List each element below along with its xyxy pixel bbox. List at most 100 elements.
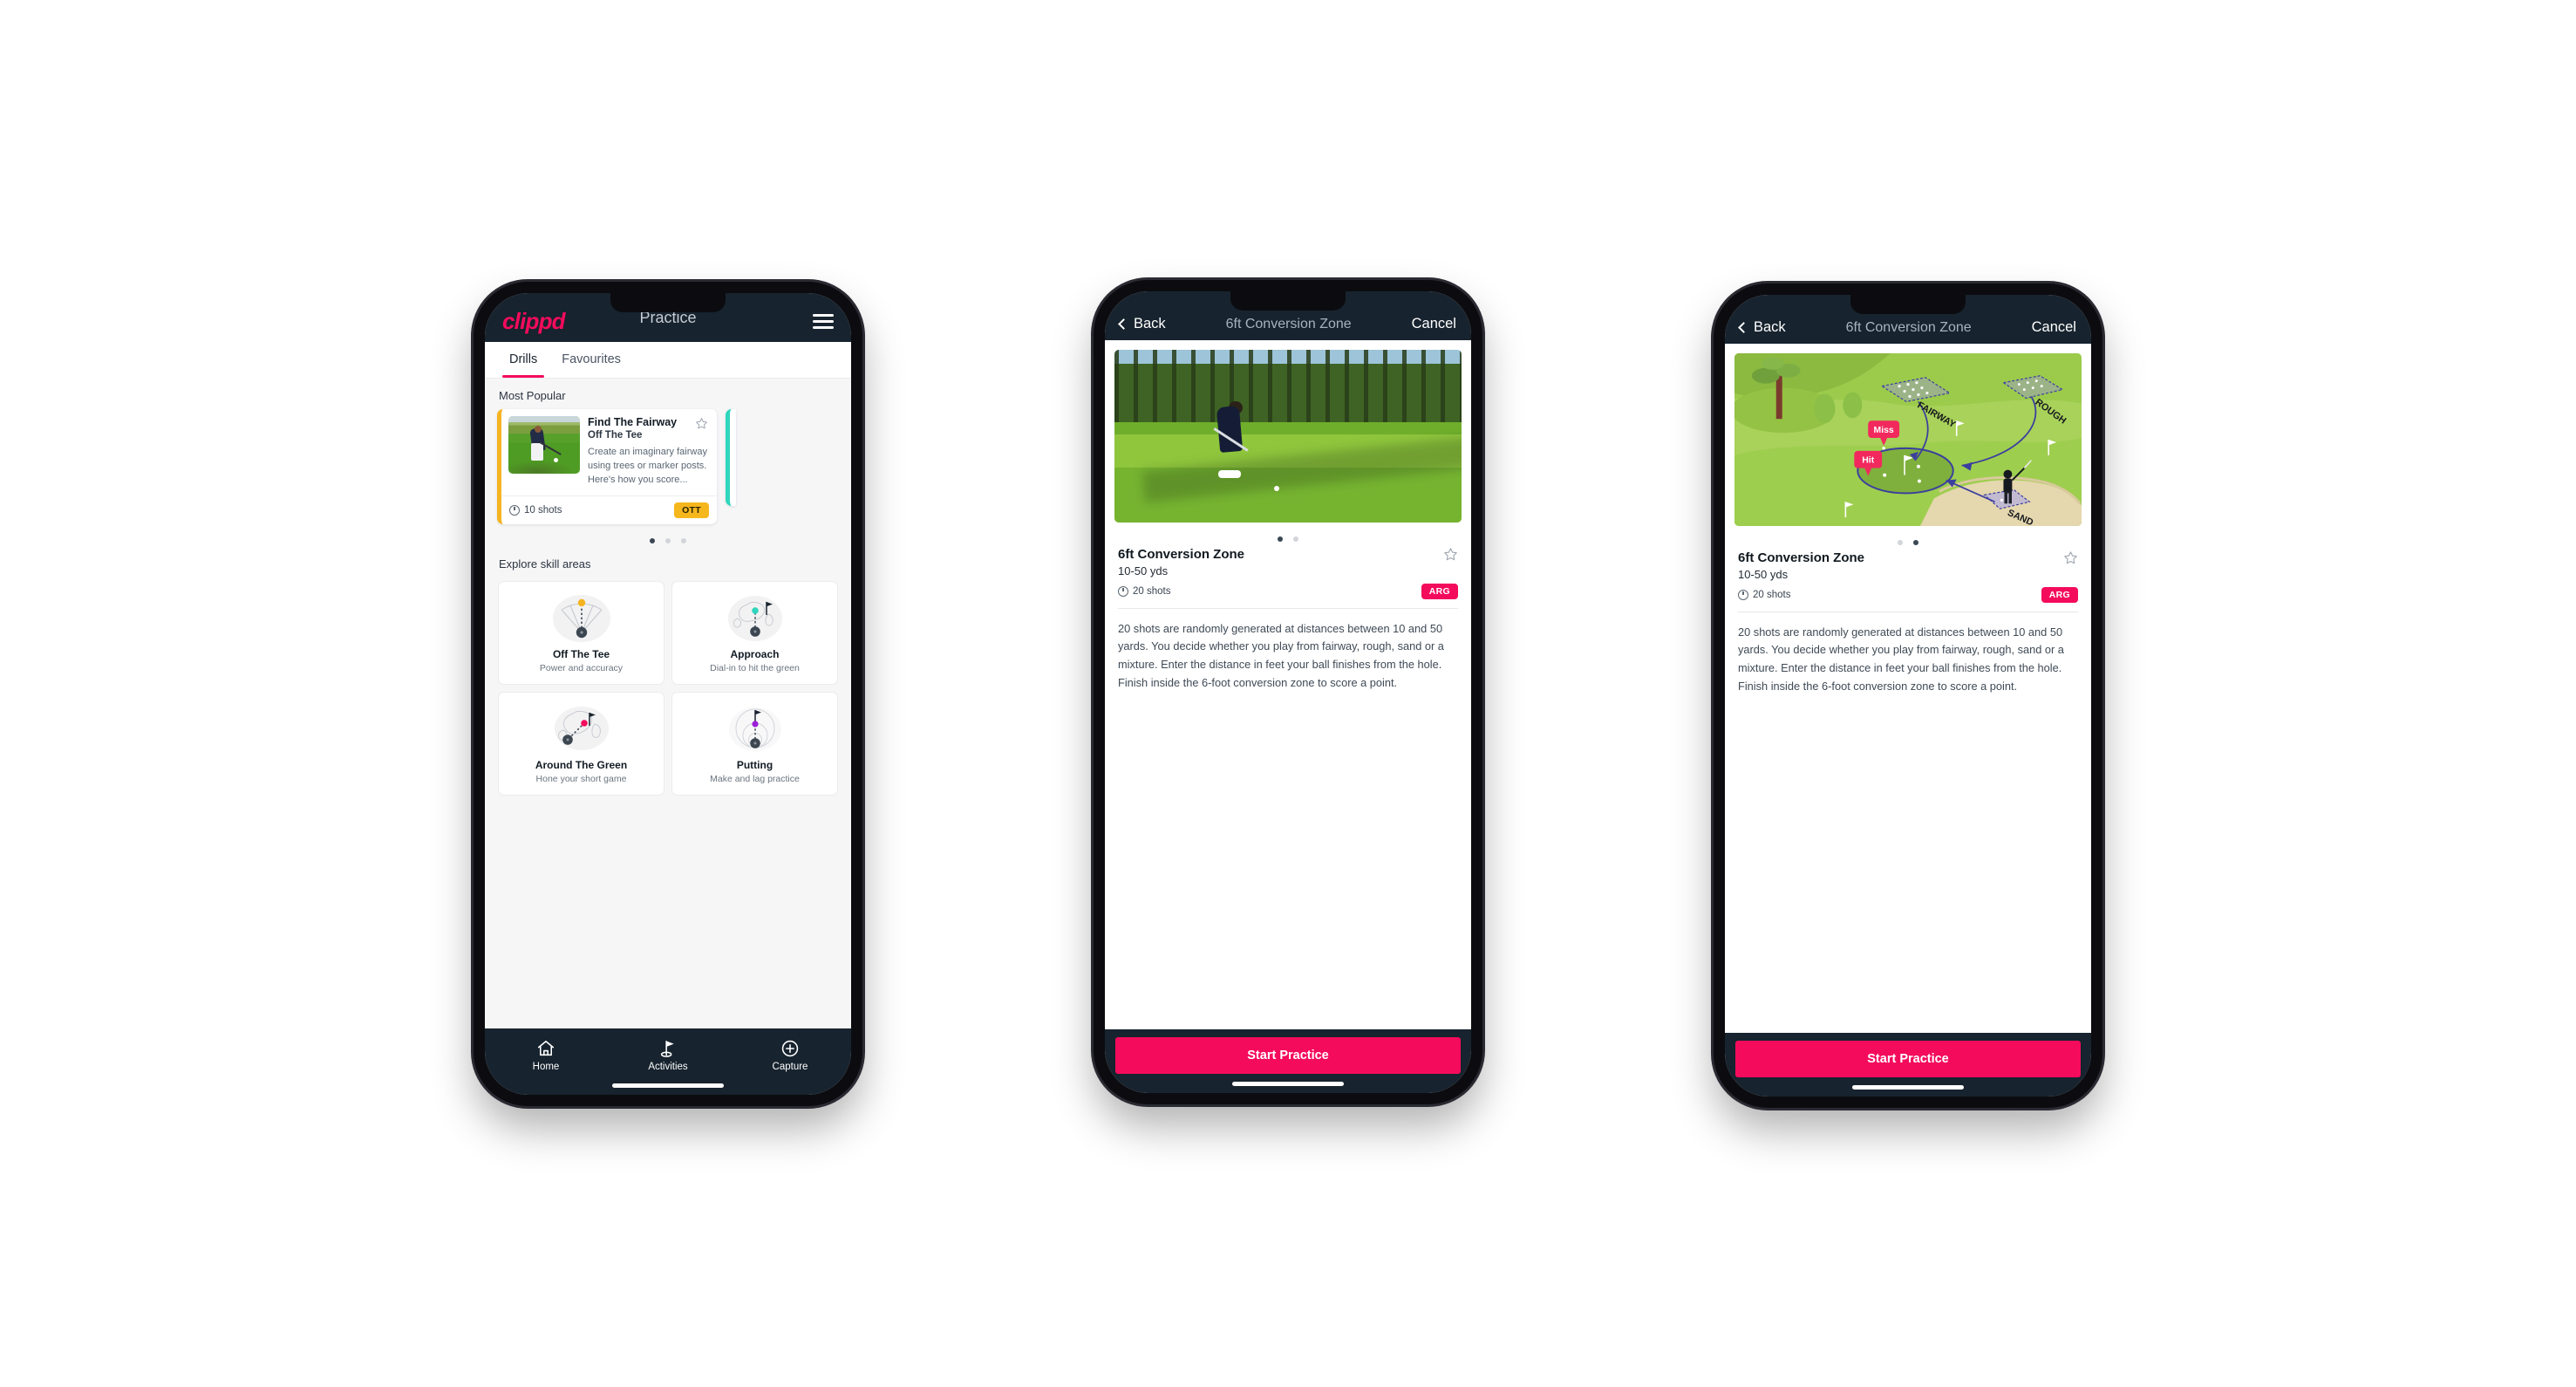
bottom-nav-home-label: Home xyxy=(532,1061,560,1072)
media-dot-2[interactable] xyxy=(1913,539,1918,545)
media-dot-1[interactable] xyxy=(1898,539,1903,545)
clock-icon xyxy=(509,504,520,516)
bottom-nav-activities[interactable]: Activities xyxy=(607,1038,729,1072)
home-indicator xyxy=(612,1083,724,1088)
phone-mockup-practice-list: clippd Practice Drills Favourites Most P… xyxy=(474,281,862,1106)
bottom-nav-capture-label: Capture xyxy=(772,1061,808,1072)
tab-drills[interactable]: Drills xyxy=(497,342,549,378)
off-the-tee-icon xyxy=(504,591,658,644)
cta-bar: Start Practice xyxy=(1105,1028,1471,1093)
phone-notch xyxy=(1850,294,1966,314)
drill-shots: 20 shots xyxy=(1118,585,1171,597)
bottom-nav-home[interactable]: Home xyxy=(485,1038,607,1072)
putting-icon xyxy=(678,702,832,755)
drill-title: Find The Fairway xyxy=(588,415,678,428)
skill-name: Around The Green xyxy=(535,758,628,771)
drill-media-illustration[interactable]: FAIRWAY ROUGH SAND Miss Hit xyxy=(1734,352,2082,526)
drill-detail-title: 6ft Conversion Zone xyxy=(1118,546,1245,562)
phone-mockup-drill-detail-diagram: Back 6ft Conversion Zone Cancel FAIRWAY … xyxy=(1714,283,2102,1108)
detail-meta-row: 20 shots ARG xyxy=(1734,581,2082,612)
approach-icon xyxy=(678,591,832,644)
drill-card-next-peek[interactable] xyxy=(726,408,736,506)
practice-content: Most Popular Find The Fairway Off The Te… xyxy=(485,378,851,1028)
star-outline-icon[interactable] xyxy=(695,417,708,430)
hamburger-menu-icon[interactable] xyxy=(813,314,834,329)
svg-text:Miss: Miss xyxy=(1874,426,1894,435)
most-popular-heading: Most Popular xyxy=(499,388,566,402)
around-the-green-icon xyxy=(504,702,658,755)
clippd-logo[interactable]: clippd xyxy=(502,308,566,335)
media-dot-1[interactable] xyxy=(1278,536,1283,542)
detail-nav-title: 6ft Conversion Zone xyxy=(1845,319,1972,335)
drill-shots-label: 20 shots xyxy=(1133,585,1171,597)
drill-shots-label: 10 shots xyxy=(524,504,562,516)
drill-carousel[interactable]: Find The Fairway Off The Tee Create an i… xyxy=(485,408,851,524)
bottom-nav-activities-label: Activities xyxy=(648,1061,688,1072)
phone1-screen: clippd Practice Drills Favourites Most P… xyxy=(485,292,851,1095)
skill-name: Off The Tee xyxy=(552,647,610,660)
tab-favourites[interactable]: Favourites xyxy=(549,342,633,378)
drill-card[interactable]: Find The Fairway Off The Tee Create an i… xyxy=(497,408,717,524)
skill-card-putting[interactable]: Putting Make and lag practice xyxy=(671,691,838,796)
skill-name: Approach xyxy=(730,647,780,660)
skill-card-around-the-green[interactable]: Around The Green Hone your short game xyxy=(498,691,664,796)
back-label: Back xyxy=(1134,315,1166,331)
media-dot-2[interactable] xyxy=(1293,536,1298,542)
drill-detail-title: 6ft Conversion Zone xyxy=(1738,550,1865,565)
drill-description: 20 shots are randomly generated at dista… xyxy=(1118,621,1444,689)
explore-skill-areas-heading: Explore skill areas xyxy=(499,557,591,571)
drill-shots: 10 shots xyxy=(509,504,562,516)
phone3-screen: Back 6ft Conversion Zone Cancel FAIRWAY … xyxy=(1725,294,2091,1097)
skill-card-off-the-tee[interactable]: Off The Tee Power and accuracy xyxy=(498,580,664,685)
skill-desc: Power and accuracy xyxy=(539,662,624,673)
chevron-left-icon xyxy=(1738,321,1749,333)
home-indicator xyxy=(1232,1081,1344,1086)
detail-content: FAIRWAY ROUGH SAND Miss Hit 6ft Conversi… xyxy=(1725,343,2091,1033)
carousel-dot-1[interactable] xyxy=(650,537,655,543)
cta-bar: Start Practice xyxy=(1725,1032,2091,1097)
clock-icon xyxy=(1118,585,1128,597)
drill-distance: 10-50 yds xyxy=(1738,567,1789,581)
skill-card-approach[interactable]: Approach Dial-in to hit the green xyxy=(671,580,838,685)
bottom-nav-capture[interactable]: Capture xyxy=(729,1038,851,1072)
drill-media-photo[interactable] xyxy=(1114,349,1462,523)
skill-desc: Hone your short game xyxy=(535,773,627,784)
drill-skill-badge: ARG xyxy=(1421,583,1458,599)
skill-name: Putting xyxy=(736,758,773,771)
skill-desc: Make and lag practice xyxy=(710,773,800,784)
detail-nav-title: 6ft Conversion Zone xyxy=(1225,316,1352,331)
back-button[interactable]: Back xyxy=(1118,315,1166,332)
drill-description: Create an imaginary fairway using trees … xyxy=(588,446,707,485)
detail-header: 6ft Conversion Zone 10-50 yds xyxy=(1734,549,2082,581)
carousel-dot-2[interactable] xyxy=(665,537,671,543)
tab-drills-label: Drills xyxy=(509,352,538,366)
media-carousel-dots xyxy=(1114,523,1462,545)
star-outline-icon[interactable] xyxy=(1443,547,1458,562)
skill-areas-grid: Off The Tee Power and accuracy Approach … xyxy=(485,577,851,796)
phone-notch xyxy=(610,292,726,312)
drill-shots-label: 20 shots xyxy=(1753,589,1791,600)
drill-shots: 20 shots xyxy=(1738,589,1791,600)
start-practice-button[interactable]: Start Practice xyxy=(1115,1036,1461,1074)
carousel-dot-3[interactable] xyxy=(681,537,686,543)
back-label: Back xyxy=(1754,318,1786,335)
phone-notch xyxy=(1230,290,1346,311)
media-carousel-dots xyxy=(1734,526,2082,549)
drill-thumbnail xyxy=(508,415,580,474)
phone-mockup-drill-detail-photo: Back 6ft Conversion Zone Cancel 6ft Conv… xyxy=(1094,279,1482,1104)
cancel-button[interactable]: Cancel xyxy=(1412,316,1456,332)
tab-bar: Drills Favourites xyxy=(485,341,851,379)
start-practice-button[interactable]: Start Practice xyxy=(1735,1040,2081,1077)
back-button[interactable]: Back xyxy=(1738,318,1786,336)
drill-skill-badge: ARG xyxy=(2041,586,2078,603)
star-outline-icon[interactable] xyxy=(2063,550,2078,565)
detail-meta-row: 20 shots ARG xyxy=(1114,577,1462,608)
cancel-button[interactable]: Cancel xyxy=(2032,319,2076,336)
detail-header: 6ft Conversion Zone 10-50 yds xyxy=(1114,545,1462,577)
tab-favourites-label: Favourites xyxy=(562,352,621,366)
svg-text:Hit: Hit xyxy=(1862,455,1874,465)
plus-circle-icon xyxy=(729,1038,851,1059)
skill-desc: Dial-in to hit the green xyxy=(710,662,800,673)
screenshot-canvas: clippd Practice Drills Favourites Most P… xyxy=(0,0,2576,1387)
clock-icon xyxy=(1738,589,1748,600)
